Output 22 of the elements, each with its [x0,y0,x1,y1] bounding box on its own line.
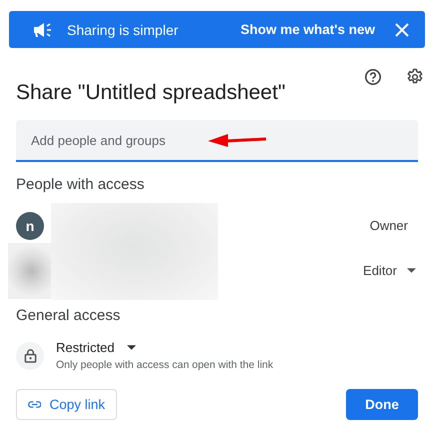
avatar: n [16,212,44,240]
banner-text: Sharing is simpler [67,22,178,38]
caret-icon [407,268,416,273]
megaphone-icon [33,22,53,38]
role-label: Owner [370,218,408,233]
settings-icon[interactable] [406,68,424,86]
add-people-field[interactable]: Add people and groups [16,120,418,162]
access-description: Only people with access can open with the link [56,359,274,371]
role-dropdown[interactable]: Editor [363,263,416,278]
section-heading: People with access [16,176,146,193]
annotation-arrow [208,133,268,147]
copy-link-button[interactable]: Copy link [16,389,117,420]
close-icon[interactable] [395,22,409,36]
whats-new-link[interactable]: Show me what's new [240,22,375,37]
link-icon [28,400,42,409]
lock-icon [16,342,44,370]
access-dropdown[interactable]: Restricted [56,340,274,355]
done-button[interactable]: Done [346,389,418,420]
help-icon[interactable] [364,68,382,86]
caret-icon [126,345,136,350]
dialog-title: Share "Untitled spreadsheet" [16,81,286,106]
section-heading: General access [16,307,122,324]
